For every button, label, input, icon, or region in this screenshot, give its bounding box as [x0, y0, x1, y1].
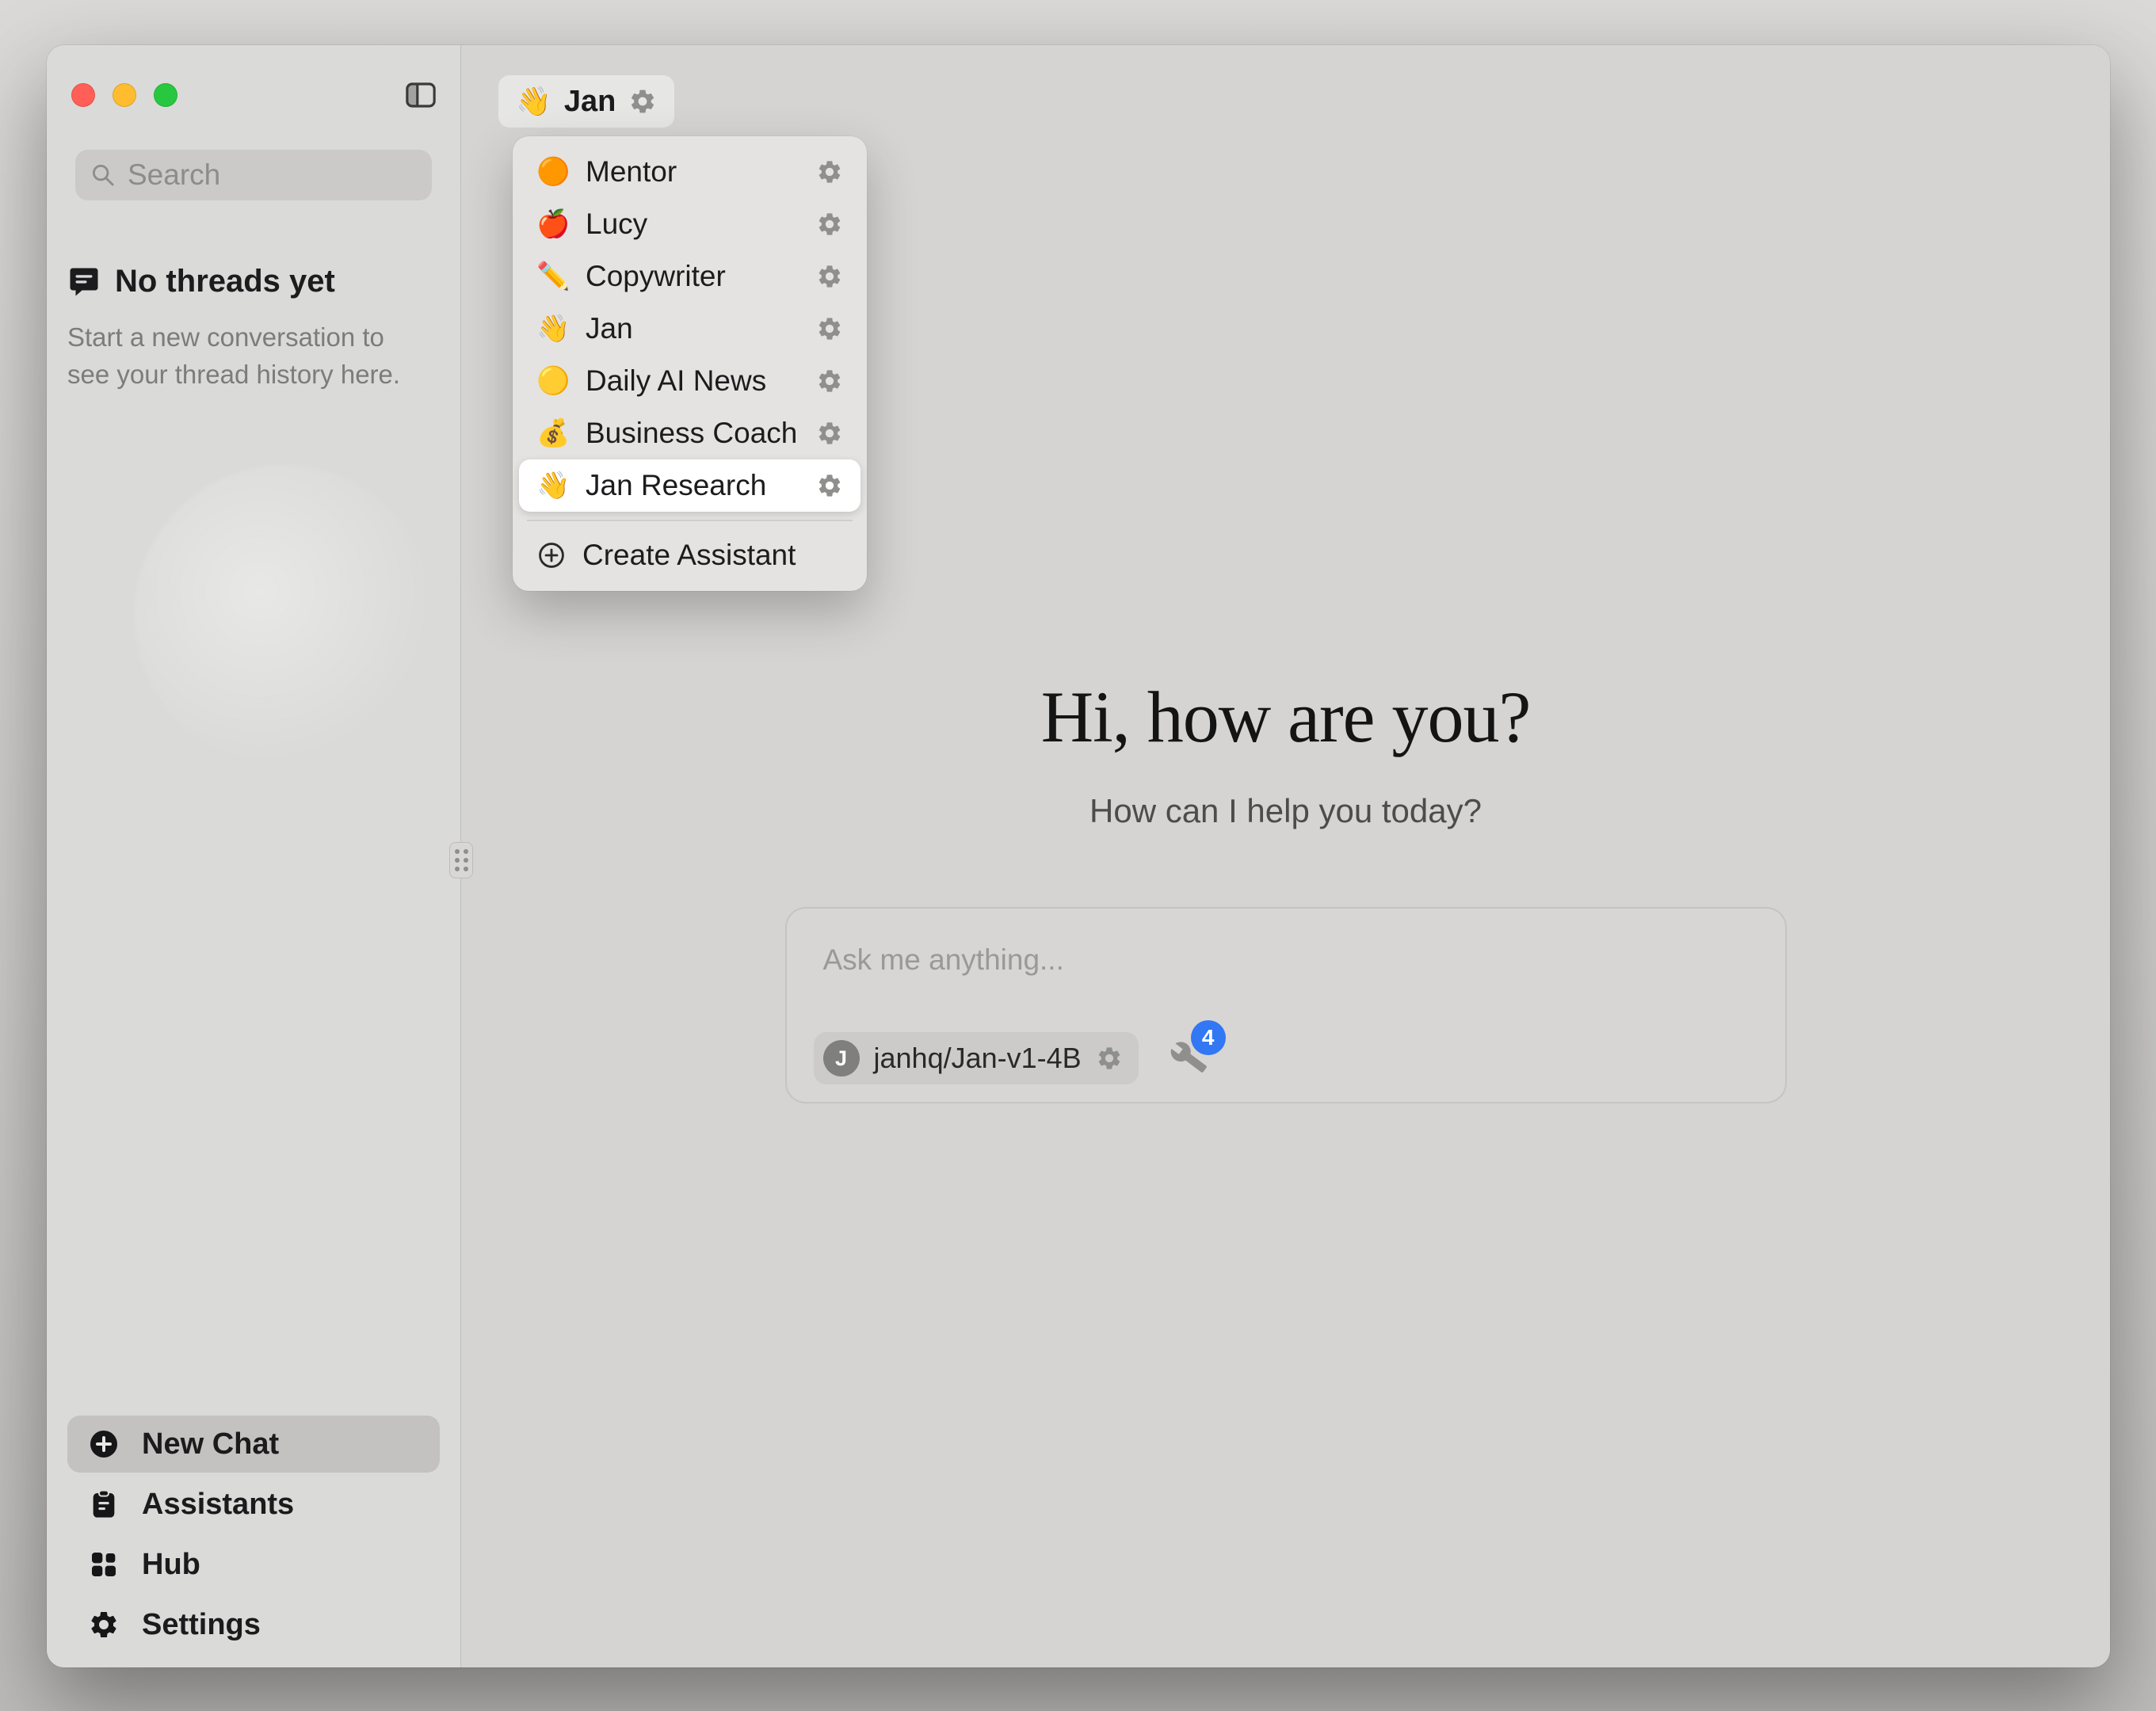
greeting: Hi, how are you? How can I help you toda…	[461, 675, 2110, 830]
assistant-gear-icon[interactable]	[816, 315, 843, 342]
assistant-settings-icon[interactable]	[628, 87, 657, 116]
assistant-emoji: 👋	[536, 472, 570, 499]
menu-item-lucy[interactable]: 🍎 Lucy	[519, 198, 860, 250]
menu-item-jan[interactable]: 👋 Jan	[519, 303, 860, 355]
chat-bubble-icon	[67, 265, 101, 299]
menu-item-mentor[interactable]: 🟠 Mentor	[519, 146, 860, 198]
assistant-gear-icon[interactable]	[816, 158, 843, 185]
menu-item-label: Daily AI News	[586, 364, 766, 398]
menu-item-label: Lucy	[586, 208, 647, 241]
sidebar-item-settings[interactable]: Settings	[67, 1596, 440, 1653]
menu-item-label: Mentor	[586, 155, 677, 189]
menu-item-daily-ai-news[interactable]: 🟡 Daily AI News	[519, 355, 860, 407]
sidebar-nav: New Chat Assistants Hub Settings	[47, 1416, 460, 1667]
new-chat-button[interactable]: New Chat	[67, 1416, 440, 1473]
sidebar-item-assistants[interactable]: Assistants	[67, 1476, 440, 1533]
nav-label: Settings	[142, 1608, 261, 1642]
minimize-button[interactable]	[113, 83, 136, 107]
sidebar-toggle-icon[interactable]	[402, 78, 440, 112]
menu-item-jan-research[interactable]: 👋 Jan Research	[519, 459, 860, 512]
assistant-emoji: 👋	[536, 315, 570, 342]
menu-separator	[527, 520, 853, 521]
assistant-emoji: 🟠	[536, 158, 570, 185]
assistant-emoji: 🍎	[536, 211, 570, 238]
main-area: 👋 Jan 🟠 Mentor 🍎 Lucy ✏️ Copywriter	[461, 45, 2110, 1667]
assistant-dropdown-menu: 🟠 Mentor 🍎 Lucy ✏️ Copywriter 👋 Jan	[513, 136, 867, 591]
composer-toolbar: J janhq/Jan-v1-4B 4	[814, 1032, 1208, 1084]
tools-count-badge: 4	[1191, 1020, 1226, 1055]
window-controls	[71, 83, 177, 107]
empty-state-title: No threads yet	[115, 264, 335, 299]
tools-button[interactable]: 4	[1170, 1039, 1208, 1077]
create-assistant-button[interactable]: Create Assistant	[519, 529, 860, 581]
assistant-gear-icon[interactable]	[816, 420, 843, 447]
assistant-gear-icon[interactable]	[816, 263, 843, 290]
search-input[interactable]	[128, 158, 418, 192]
menu-item-label: Copywriter	[586, 260, 726, 293]
model-avatar: J	[823, 1040, 860, 1077]
close-button[interactable]	[71, 83, 95, 107]
assistants-icon	[88, 1488, 120, 1520]
decorative-blob	[134, 465, 435, 766]
menu-item-label: Jan	[586, 312, 633, 345]
create-assistant-label: Create Assistant	[582, 539, 796, 572]
menu-item-label: Business Coach	[586, 417, 797, 450]
nav-label: Hub	[142, 1548, 200, 1582]
sidebar-item-hub[interactable]: Hub	[67, 1536, 440, 1593]
nav-label: Assistants	[142, 1488, 294, 1522]
empty-state-description: Start a new conversation to see your thr…	[67, 318, 424, 393]
nav-label: New Chat	[142, 1427, 279, 1461]
assistant-gear-icon[interactable]	[816, 472, 843, 499]
model-name: janhq/Jan-v1-4B	[874, 1042, 1082, 1075]
empty-state: No threads yet Start a new conversation …	[47, 200, 460, 393]
model-selector-button[interactable]: J janhq/Jan-v1-4B	[814, 1032, 1139, 1084]
menu-item-label: Jan Research	[586, 469, 766, 502]
model-settings-icon[interactable]	[1096, 1045, 1123, 1072]
sidebar-resize-handle[interactable]	[449, 842, 473, 878]
assistant-emoji: ✏️	[536, 263, 570, 290]
hub-grid-icon	[88, 1549, 120, 1580]
desktop-background: No threads yet Start a new conversation …	[0, 0, 2156, 1711]
sidebar: No threads yet Start a new conversation …	[47, 45, 461, 1667]
composer-placeholder: Ask me anything...	[823, 943, 1064, 977]
greeting-title: Hi, how are you?	[461, 675, 2110, 759]
assistant-emoji: 💰	[536, 420, 570, 447]
gear-icon	[88, 1609, 120, 1641]
chat-composer[interactable]: Ask me anything... J janhq/Jan-v1-4B 4	[785, 907, 1787, 1103]
assistant-gear-icon[interactable]	[816, 211, 843, 238]
assistant-name: Jan	[564, 85, 616, 119]
plus-circle-icon	[536, 540, 567, 570]
assistant-gear-icon[interactable]	[816, 368, 843, 394]
search-icon	[90, 162, 116, 189]
titlebar	[47, 45, 460, 145]
menu-item-copywriter[interactable]: ✏️ Copywriter	[519, 250, 860, 303]
assistant-emoji: 👋	[516, 87, 551, 116]
greeting-subtitle: How can I help you today?	[461, 792, 2110, 830]
menu-item-business-coach[interactable]: 💰 Business Coach	[519, 407, 860, 459]
plus-circle-icon	[88, 1428, 120, 1460]
zoom-button[interactable]	[154, 83, 177, 107]
assistant-selector-button[interactable]: 👋 Jan	[498, 75, 674, 128]
search-field[interactable]	[75, 150, 432, 200]
assistant-emoji: 🟡	[536, 368, 570, 394]
app-window: No threads yet Start a new conversation …	[47, 45, 2110, 1667]
